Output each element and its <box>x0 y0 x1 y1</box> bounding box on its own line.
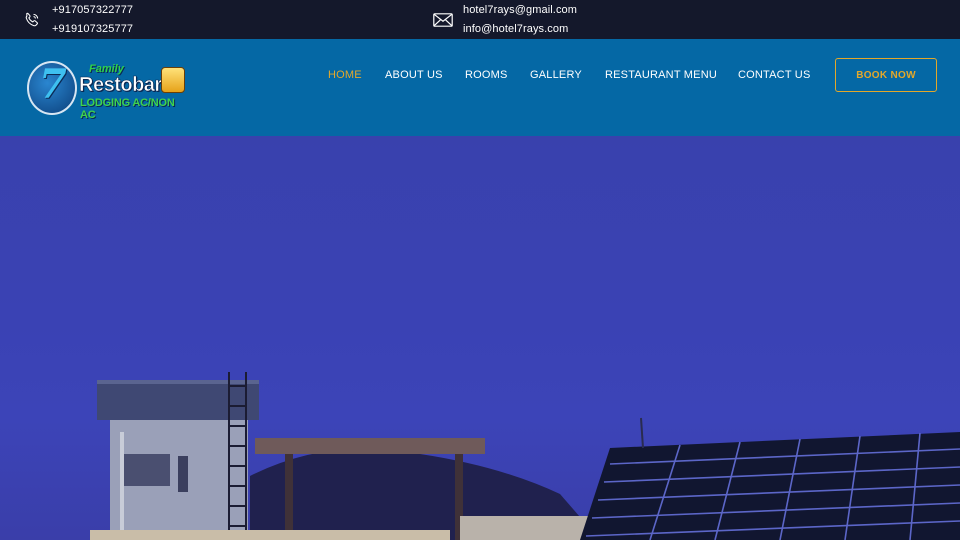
book-now-button[interactable]: BOOK NOW <box>835 58 937 92</box>
phone-number-secondary[interactable]: +919107325777 <box>52 22 133 37</box>
rooftop-tower <box>97 380 259 540</box>
email-contact: hotel7rays@gmail.com info@hotel7rays.com <box>433 0 577 39</box>
nav-about-us[interactable]: ABOUT US <box>385 68 443 82</box>
envelope-icon <box>433 10 453 30</box>
logo-name-text: Restobar <box>79 74 163 97</box>
hero-image <box>0 136 960 540</box>
phone-icon <box>22 10 42 30</box>
nav-gallery[interactable]: GALLERY <box>530 68 582 82</box>
logo-emblem: 7 <box>27 61 77 115</box>
solar-panels <box>580 417 960 540</box>
rooftop-wall-right <box>460 516 590 540</box>
logo-number: 7 <box>39 61 67 108</box>
logo-subtitle-text: LODGING AC/NON AC <box>80 97 175 121</box>
nav-restaurant-menu[interactable]: RESTAURANT MENU <box>605 68 717 82</box>
site-header: 7 Family Restobar LODGING AC/NON AC HOME… <box>0 39 960 136</box>
hero-scene-illustration <box>90 372 960 540</box>
phone-number-primary[interactable]: +917057322777 <box>52 3 133 18</box>
top-contact-bar: +917057322777 +919107325777 hotel7rays@g… <box>0 0 960 39</box>
site-logo[interactable]: 7 Family Restobar LODGING AC/NON AC <box>27 61 187 121</box>
email-secondary[interactable]: info@hotel7rays.com <box>463 22 577 37</box>
beer-glass-icon <box>161 67 185 93</box>
nav-rooms[interactable]: ROOMS <box>465 68 508 82</box>
rooftop-wall <box>90 530 450 540</box>
email-primary[interactable]: hotel7rays@gmail.com <box>463 3 577 18</box>
phone-contact: +917057322777 +919107325777 <box>22 0 133 39</box>
nav-home[interactable]: HOME <box>328 68 362 82</box>
nav-contact-us[interactable]: CONTACT US <box>738 68 811 82</box>
